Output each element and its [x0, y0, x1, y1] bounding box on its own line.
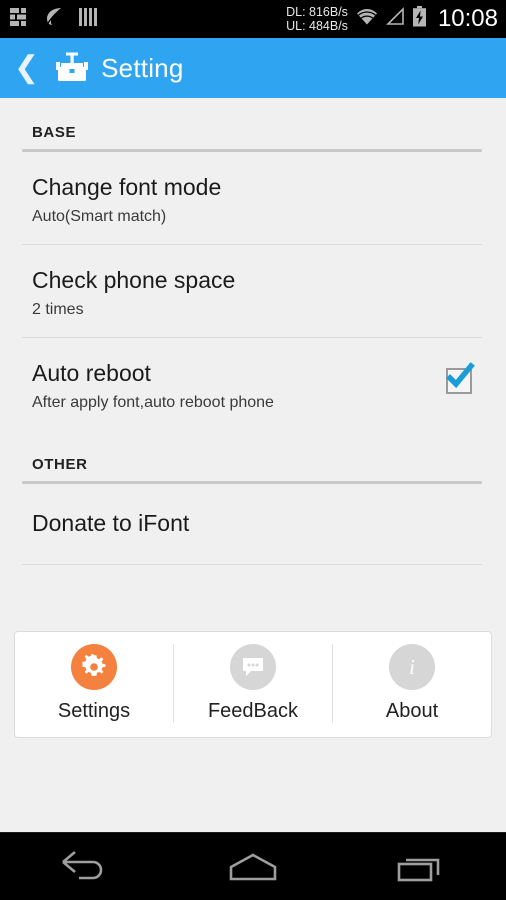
row-texts: Check phone space 2 times — [32, 265, 482, 321]
settings-content: BASE Change font mode Auto(Smart match) … — [0, 98, 506, 565]
row-texts: Change font mode Auto(Smart match) — [32, 172, 482, 228]
row-title: Change font mode — [32, 174, 222, 200]
upload-speed-label: UL: 484B/s — [286, 19, 348, 33]
bars-icon — [78, 7, 98, 31]
setting-row-check-phone-space[interactable]: Check phone space 2 times — [0, 245, 506, 337]
status-bar-right-icons: DL: 816B/s UL: 484B/s 10:08 — [286, 5, 498, 33]
android-navigation-bar — [0, 832, 506, 900]
back-chevron-icon[interactable]: ❮ — [10, 53, 43, 83]
status-bar-clock: 10:08 — [437, 5, 498, 32]
row-subtitle: 2 times — [32, 301, 84, 318]
row-title: Check phone space — [32, 267, 236, 293]
tab-label: FeedBack — [207, 700, 299, 722]
leaf-icon — [46, 7, 64, 31]
tab-label: About — [385, 700, 439, 722]
setting-row-change-font-mode[interactable]: Change font mode Auto(Smart match) — [0, 152, 506, 244]
checkmark-icon — [446, 362, 475, 389]
tab-label: Settings — [57, 700, 131, 722]
info-icon: i — [389, 644, 435, 690]
bottom-tab-card: Settings FeedBack i About — [14, 631, 492, 738]
status-bar-left-icons — [10, 7, 98, 31]
nav-home-icon[interactable] — [198, 833, 308, 900]
row-texts: Auto reboot After apply font,auto reboot… — [32, 358, 436, 414]
row-title: Donate to iFont — [32, 510, 190, 536]
row-subtitle: Auto(Smart match) — [32, 208, 167, 225]
svg-text:i: i — [409, 655, 415, 679]
auto-reboot-checkbox[interactable] — [446, 362, 475, 394]
row-separator — [22, 564, 482, 565]
wifi-icon — [355, 7, 379, 31]
setting-row-auto-reboot[interactable]: Auto reboot After apply font,auto reboot… — [0, 338, 506, 430]
nav-recents-icon[interactable] — [367, 833, 477, 900]
row-title: Auto reboot — [32, 360, 151, 386]
action-bar: ❮ Setting — [0, 38, 506, 98]
status-bar: DL: 816B/s UL: 484B/s 10:08 — [0, 0, 506, 38]
signal-icon — [386, 7, 405, 31]
gear-icon — [71, 644, 117, 690]
page-title: Setting — [101, 52, 184, 83]
row-texts: Donate to iFont — [32, 508, 482, 538]
speech-bubble-icon — [230, 644, 276, 690]
nav-back-icon[interactable] — [29, 833, 139, 900]
checkbox-wrapper[interactable] — [436, 358, 482, 394]
ifont-logo-icon[interactable] — [55, 52, 89, 84]
tab-feedback[interactable]: FeedBack — [173, 644, 332, 723]
download-speed-label: DL: 816B/s — [286, 5, 348, 19]
bricks-icon — [10, 7, 32, 31]
section-header-base: BASE — [32, 124, 77, 141]
row-subtitle: After apply font,auto reboot phone — [32, 394, 274, 411]
setting-row-donate[interactable]: Donate to iFont — [0, 484, 506, 564]
network-speed-indicator: DL: 816B/s UL: 484B/s — [286, 5, 348, 33]
tab-about[interactable]: i About — [332, 644, 491, 723]
battery-charging-icon — [412, 6, 427, 32]
section-header-other: OTHER — [32, 456, 88, 473]
phone-screen: DL: 816B/s UL: 484B/s 10:08 ❮ Setting BA… — [0, 0, 506, 900]
tab-settings[interactable]: Settings — [15, 644, 173, 723]
